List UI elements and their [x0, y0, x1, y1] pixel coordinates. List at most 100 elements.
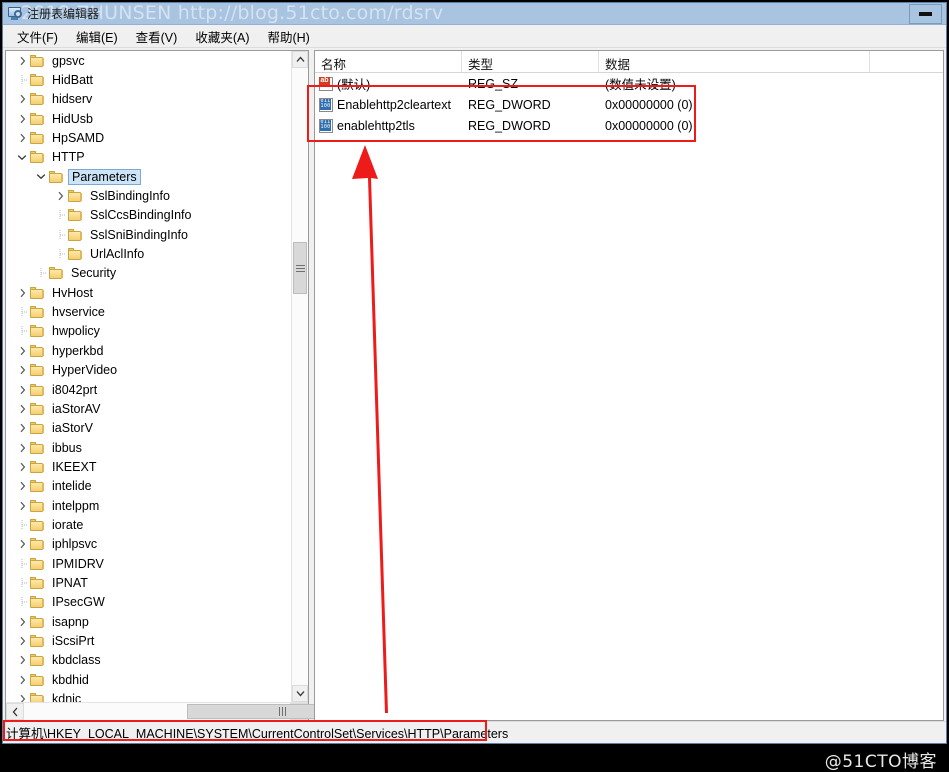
- tree-item-ikeext[interactable]: IKEEXT: [6, 457, 291, 476]
- tree-expand-chevron-right-icon[interactable]: [14, 651, 30, 670]
- tree-item-intelide[interactable]: intelide: [6, 477, 291, 496]
- tree-item-kbdhid[interactable]: kbdhid: [6, 670, 291, 689]
- column-header-data[interactable]: 数据: [599, 51, 870, 72]
- menu-help[interactable]: 帮助(H): [258, 24, 318, 49]
- tree-item-i8042prt[interactable]: i8042prt: [6, 380, 291, 399]
- tree-item-label: kdnic: [52, 692, 82, 702]
- tree-expand-chevron-right-icon[interactable]: [14, 535, 30, 554]
- scroll-down-button[interactable]: [292, 685, 308, 702]
- tree-leaf-spacer: [14, 322, 30, 341]
- tree-expand-chevron-right-icon[interactable]: [14, 690, 30, 702]
- tree-expand-chevron-right-icon[interactable]: [14, 380, 30, 399]
- tree-expand-chevron-right-icon[interactable]: [14, 477, 30, 496]
- tree-expand-chevron-right-icon[interactable]: [14, 496, 30, 515]
- column-header-name[interactable]: 名称: [315, 51, 462, 72]
- tree-item-hyperkbd[interactable]: hyperkbd: [6, 341, 291, 360]
- tree-item-sslccsbindinginfo[interactable]: SslCcsBindingInfo: [6, 206, 291, 225]
- table-row[interactable]: ab (默认) REG_SZ (数值未设置): [315, 73, 943, 94]
- tree-expand-chevron-right-icon[interactable]: [14, 399, 30, 418]
- tree-collapse-chevron-down-icon[interactable]: [14, 148, 30, 167]
- values-column-header: 名称 类型 数据: [315, 51, 943, 73]
- folder-icon: [30, 131, 46, 145]
- tree-item-label: HidBatt: [52, 73, 93, 88]
- tree-item-urlaclinfo[interactable]: UrlAclInfo: [6, 244, 291, 263]
- tree-item-label: iaStorV: [52, 421, 93, 436]
- folder-icon: [68, 247, 84, 261]
- tree-horizontal-scrollbar[interactable]: [6, 702, 377, 720]
- tree-item-iscsiprt[interactable]: iScsiPrt: [6, 631, 291, 650]
- tree-collapse-chevron-down-icon[interactable]: [33, 167, 49, 186]
- tree-item-sslsnibindinginfo[interactable]: SslSniBindingInfo: [6, 225, 291, 244]
- tree-item-label: HTTP: [52, 150, 85, 165]
- folder-icon: [30, 305, 46, 319]
- tree-expand-chevron-right-icon[interactable]: [14, 438, 30, 457]
- tree-expand-chevron-right-icon[interactable]: [14, 670, 30, 689]
- tree-expand-chevron-right-icon[interactable]: [14, 283, 30, 302]
- scroll-left-button[interactable]: [6, 703, 24, 720]
- dword-value-icon: 011 100: [319, 97, 333, 112]
- tree-item-kbdclass[interactable]: kbdclass: [6, 651, 291, 670]
- tree-expand-chevron-right-icon[interactable]: [14, 109, 30, 128]
- tree-item-gpsvc[interactable]: gpsvc: [6, 51, 291, 70]
- tree-item-hidbatt[interactable]: HidBatt: [6, 70, 291, 89]
- tree-item-ipmidrv[interactable]: IPMIDRV: [6, 554, 291, 573]
- tree-expand-chevron-right-icon[interactable]: [14, 419, 30, 438]
- folder-icon: [30, 557, 46, 571]
- tree-item-ibbus[interactable]: ibbus: [6, 438, 291, 457]
- tree-item-ipnat[interactable]: IPNAT: [6, 573, 291, 592]
- tree-expand-chevron-right-icon[interactable]: [14, 612, 30, 631]
- tree-item-ipsecgw[interactable]: IPsecGW: [6, 593, 291, 612]
- values-list[interactable]: ab (默认) REG_SZ (数值未设置) 011 100 Enablehttp2clea…: [315, 73, 943, 720]
- tree-item-sslbindinginfo[interactable]: SslBindingInfo: [6, 186, 291, 205]
- tree-expand-chevron-right-icon[interactable]: [14, 631, 30, 650]
- tree-item-hpsamd[interactable]: HpSAMD: [6, 128, 291, 147]
- window-title: 注册表编辑器: [27, 7, 100, 21]
- registry-tree[interactable]: gpsvc HidBatt hidserv HidUsb HpSAMD HTTP Param…: [6, 51, 291, 702]
- tree-item-http[interactable]: HTTP: [6, 148, 291, 167]
- registry-values-pane: 名称 类型 数据 ab (默认) REG_SZ (数值未设置) 011 100 Enable…: [314, 50, 944, 721]
- tree-item-hypervideo[interactable]: HyperVideo: [6, 361, 291, 380]
- tree-item-iastorv[interactable]: iaStorV: [6, 419, 291, 438]
- tree-expand-chevron-right-icon[interactable]: [52, 187, 68, 206]
- tree-vertical-scrollbar[interactable]: [291, 51, 308, 702]
- menu-favorites[interactable]: 收藏夹(A): [186, 24, 258, 49]
- tree-item-hwpolicy[interactable]: hwpolicy: [6, 322, 291, 341]
- tree-item-kdnic[interactable]: kdnic: [6, 689, 291, 702]
- scroll-up-button[interactable]: [292, 51, 308, 68]
- tree-item-label: hwpolicy: [52, 324, 100, 339]
- tree-scroll-thumb[interactable]: [293, 242, 307, 294]
- tree-item-intelppm[interactable]: intelppm: [6, 496, 291, 515]
- tree-item-iphlpsvc[interactable]: iphlpsvc: [6, 535, 291, 554]
- menu-view[interactable]: 查看(V): [127, 24, 187, 49]
- folder-icon: [30, 324, 46, 338]
- minimize-button[interactable]: [909, 3, 942, 24]
- tree-expand-chevron-right-icon[interactable]: [14, 457, 30, 476]
- tree-item-iastorav[interactable]: iaStorAV: [6, 399, 291, 418]
- tree-expand-chevron-right-icon[interactable]: [14, 51, 30, 70]
- tree-item-parameters[interactable]: Parameters: [6, 167, 291, 186]
- tree-expand-chevron-right-icon[interactable]: [14, 361, 30, 380]
- column-header-type[interactable]: 类型: [462, 51, 599, 72]
- tree-item-hvservice[interactable]: hvservice: [6, 302, 291, 321]
- tree-scroll-track[interactable]: [292, 68, 308, 685]
- tree-item-label: hidserv: [52, 92, 93, 107]
- tree-item-isapnp[interactable]: isapnp: [6, 612, 291, 631]
- chevron-down-icon: [296, 691, 304, 697]
- tree-expand-chevron-right-icon[interactable]: [14, 129, 30, 148]
- tree-item-label: IKEEXT: [52, 459, 97, 474]
- tree-item-hidusb[interactable]: HidUsb: [6, 109, 291, 128]
- table-row[interactable]: 011 100 enablehttp2tls REG_DWORD 0x00000000 …: [315, 115, 943, 136]
- tree-expand-chevron-right-icon[interactable]: [14, 90, 30, 109]
- tree-item-hvhost[interactable]: HvHost: [6, 283, 291, 302]
- menu-file[interactable]: 文件(F): [8, 24, 67, 49]
- chevron-left-icon: [12, 707, 17, 716]
- tree-item-hidserv[interactable]: hidserv: [6, 90, 291, 109]
- value-name-cell: ab (默认): [315, 74, 462, 93]
- tree-item-security[interactable]: Security: [6, 264, 291, 283]
- tree-expand-chevron-right-icon[interactable]: [14, 341, 30, 360]
- value-name-cell: 011 100 enablehttp2tls: [315, 118, 462, 133]
- tree-hscroll-track[interactable]: [24, 703, 377, 720]
- tree-item-iorate[interactable]: iorate: [6, 515, 291, 534]
- table-row[interactable]: 011 100 Enablehttp2cleartext REG_DWORD 0x000…: [315, 94, 943, 115]
- menu-edit[interactable]: 编辑(E): [67, 24, 127, 49]
